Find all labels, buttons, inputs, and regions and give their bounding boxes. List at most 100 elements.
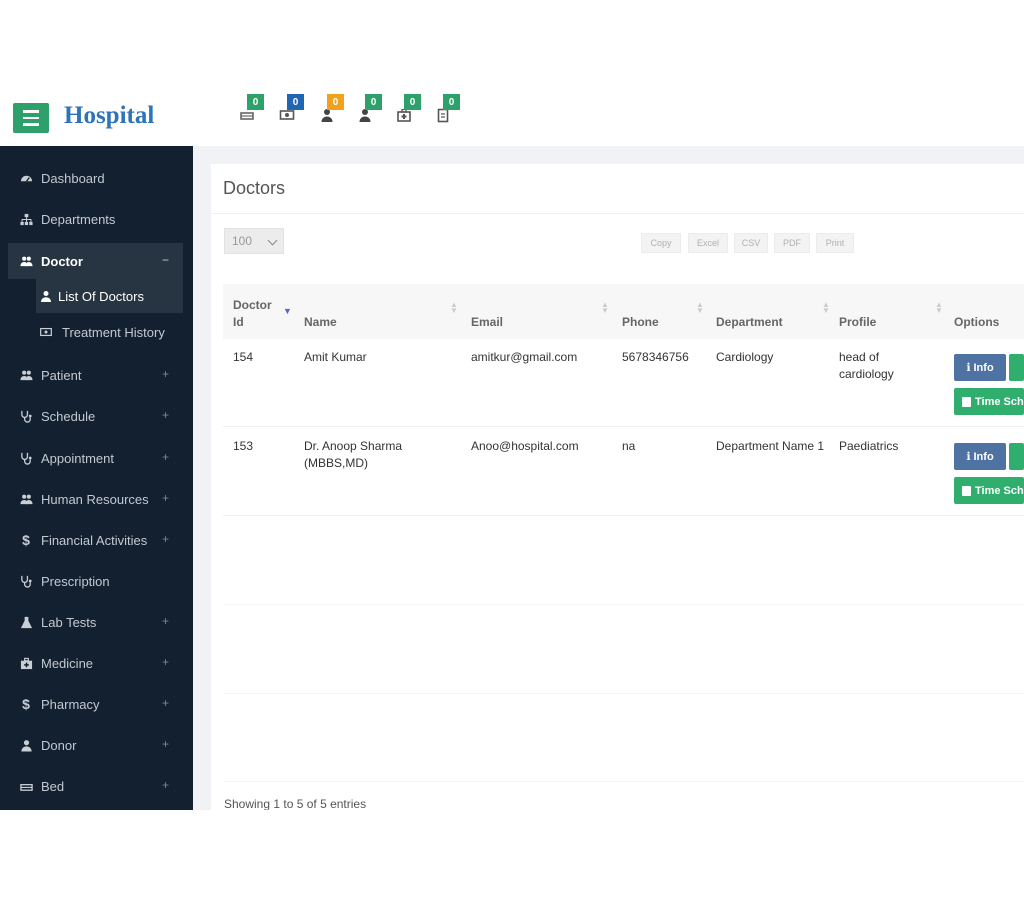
pdf-button[interactable]: PDF <box>774 233 810 253</box>
divider <box>223 781 1024 782</box>
notification-payments[interactable]: 0 <box>276 94 304 126</box>
sidebar-item-label: Dashboard <box>41 170 105 186</box>
sidebar-item-patient[interactable]: Patient + <box>0 357 193 393</box>
users-icon <box>18 255 34 268</box>
column-header-name[interactable]: Name ▲ ▼ <box>304 284 459 339</box>
notification-reports[interactable]: 0 <box>432 94 460 126</box>
cell-name: Dr. Anoop Sharma (MBBS,MD) <box>304 439 403 470</box>
dashboard-icon <box>18 172 34 185</box>
info-button[interactable]: ℹ Info <box>954 354 1006 381</box>
column-header-profile[interactable]: Profile ▲ ▼ <box>839 284 945 339</box>
table-row: 153 Dr. Anoop Sharma (MBBS,MD) Anoo@hosp… <box>223 428 1024 516</box>
expand-toggle[interactable]: + <box>162 696 169 710</box>
expand-toggle[interactable]: + <box>162 532 169 546</box>
expand-toggle[interactable]: + <box>162 655 169 669</box>
book-icon <box>962 396 971 407</box>
edit-button[interactable] <box>1009 354 1024 381</box>
divider <box>223 693 1024 694</box>
notification-patients[interactable]: 0 <box>316 94 344 126</box>
notification-medicine[interactable]: 0 <box>393 94 421 126</box>
time-schedule-button[interactable]: Time Sch <box>954 477 1024 504</box>
sort-icon: ▲ ▼ <box>822 300 830 315</box>
stethoscope-icon <box>18 410 34 423</box>
expand-toggle[interactable]: + <box>162 491 169 505</box>
expand-toggle[interactable]: + <box>162 737 169 751</box>
cell-email: amitkur@gmail.com <box>471 350 578 364</box>
column-header-department[interactable]: Department ▲ ▼ <box>716 284 832 339</box>
sidebar: Dashboard Departments Doctor − List Of D… <box>0 146 193 810</box>
users-icon <box>18 369 34 382</box>
csv-button[interactable]: CSV <box>734 233 768 253</box>
copy-button[interactable]: Copy <box>641 233 681 253</box>
column-header-email[interactable]: Email ▲ ▼ <box>471 284 611 339</box>
book-icon <box>962 485 971 496</box>
expand-toggle[interactable]: + <box>162 367 169 381</box>
info-button[interactable]: ℹ Info <box>954 443 1006 470</box>
cell-department: Cardiology <box>716 350 774 364</box>
sidebar-item-label: Schedule <box>41 408 96 424</box>
sidebar-item-schedule[interactable]: Schedule + <box>0 398 193 434</box>
sidebar-item-prescription[interactable]: Prescription <box>0 563 193 599</box>
edit-button[interactable] <box>1009 443 1024 470</box>
column-header-options: Options <box>954 315 1000 329</box>
sidebar-item-human-resources[interactable]: Human Resources + <box>0 481 193 517</box>
sidebar-item-label: Human Resources <box>41 491 149 507</box>
print-button[interactable]: Print <box>816 233 854 253</box>
notification-count: 0 <box>443 94 460 110</box>
dollar-icon: $ <box>22 532 30 548</box>
submenu-item-treatment-history[interactable]: Treatment History <box>36 315 183 349</box>
page-length-value: 100 <box>232 234 253 248</box>
expand-toggle[interactable]: + <box>162 614 169 628</box>
column-header-phone[interactable]: Phone ▲ ▼ <box>622 284 707 339</box>
sort-icon: ▲ ▼ <box>935 300 943 315</box>
user-icon <box>18 739 34 752</box>
hamburger-icon <box>23 110 39 113</box>
sidebar-item-label: Donor <box>41 737 77 753</box>
flask-icon <box>18 616 34 629</box>
sort-icon: ▲ ▼ <box>601 300 609 315</box>
page-length-select[interactable]: 100 <box>224 228 284 254</box>
sidebar-item-doctor[interactable]: Doctor − <box>8 243 183 279</box>
sidebar-item-pharmacy[interactable]: $ Pharmacy + <box>0 686 193 722</box>
submenu-item-list-of-doctors[interactable]: List Of Doctors <box>36 279 183 313</box>
expand-toggle[interactable]: + <box>162 408 169 422</box>
sidebar-item-donor[interactable]: Donor + <box>0 727 193 763</box>
notification-count: 0 <box>365 94 382 110</box>
sidebar-item-bed[interactable]: Bed + <box>0 768 193 804</box>
cell-email: Anoo@hospital.com <box>471 439 579 453</box>
cell-phone: 5678346756 <box>622 350 689 364</box>
column-header-doctor-id[interactable]: Doctor Id ▼ <box>233 284 293 339</box>
sidebar-item-label: Financial Activities <box>41 532 148 548</box>
sidebar-item-departments[interactable]: Departments <box>0 201 193 237</box>
sidebar-item-label: Departments <box>41 211 116 227</box>
sidebar-item-lab-tests[interactable]: Lab Tests + <box>0 604 193 640</box>
notification-beds[interactable]: 0 <box>236 94 264 126</box>
expand-toggle[interactable]: + <box>162 450 169 464</box>
sidebar-item-label: Appointment <box>41 450 114 466</box>
sidebar-item-financial-activities[interactable]: $ Financial Activities + <box>0 522 193 558</box>
excel-button[interactable]: Excel <box>688 233 728 253</box>
sidebar-item-dashboard[interactable]: Dashboard <box>0 160 193 196</box>
collapse-toggle[interactable]: − <box>162 253 169 267</box>
sort-desc-icon: ▼ <box>283 306 292 316</box>
cell-profile: Paediatrics <box>839 439 899 453</box>
brand-logo[interactable]: Hospital <box>64 102 154 130</box>
sidebar-item-label: Bed <box>41 778 65 794</box>
notification-doctors[interactable]: 0 <box>354 94 382 126</box>
sidebar-item-label: Prescription <box>41 573 110 589</box>
notification-count: 0 <box>404 94 421 110</box>
money-icon <box>40 326 54 338</box>
cell-name: Amit Kumar <box>304 350 367 364</box>
dollar-icon: $ <box>22 696 30 712</box>
sidebar-item-label: Patient <box>41 367 82 383</box>
table-row: 154 Amit Kumar amitkur@gmail.com 5678346… <box>223 339 1024 427</box>
time-schedule-button[interactable]: Time Sch <box>954 388 1024 415</box>
notification-count: 0 <box>327 94 344 110</box>
expand-toggle[interactable]: + <box>162 778 169 792</box>
sidebar-item-label: Medicine <box>41 655 94 671</box>
menu-toggle-button[interactable] <box>13 103 49 133</box>
sidebar-item-appointment[interactable]: Appointment + <box>0 440 193 476</box>
stethoscope-icon <box>18 452 34 465</box>
page-title: Doctors <box>223 178 286 198</box>
sidebar-item-medicine[interactable]: Medicine + <box>0 645 193 681</box>
